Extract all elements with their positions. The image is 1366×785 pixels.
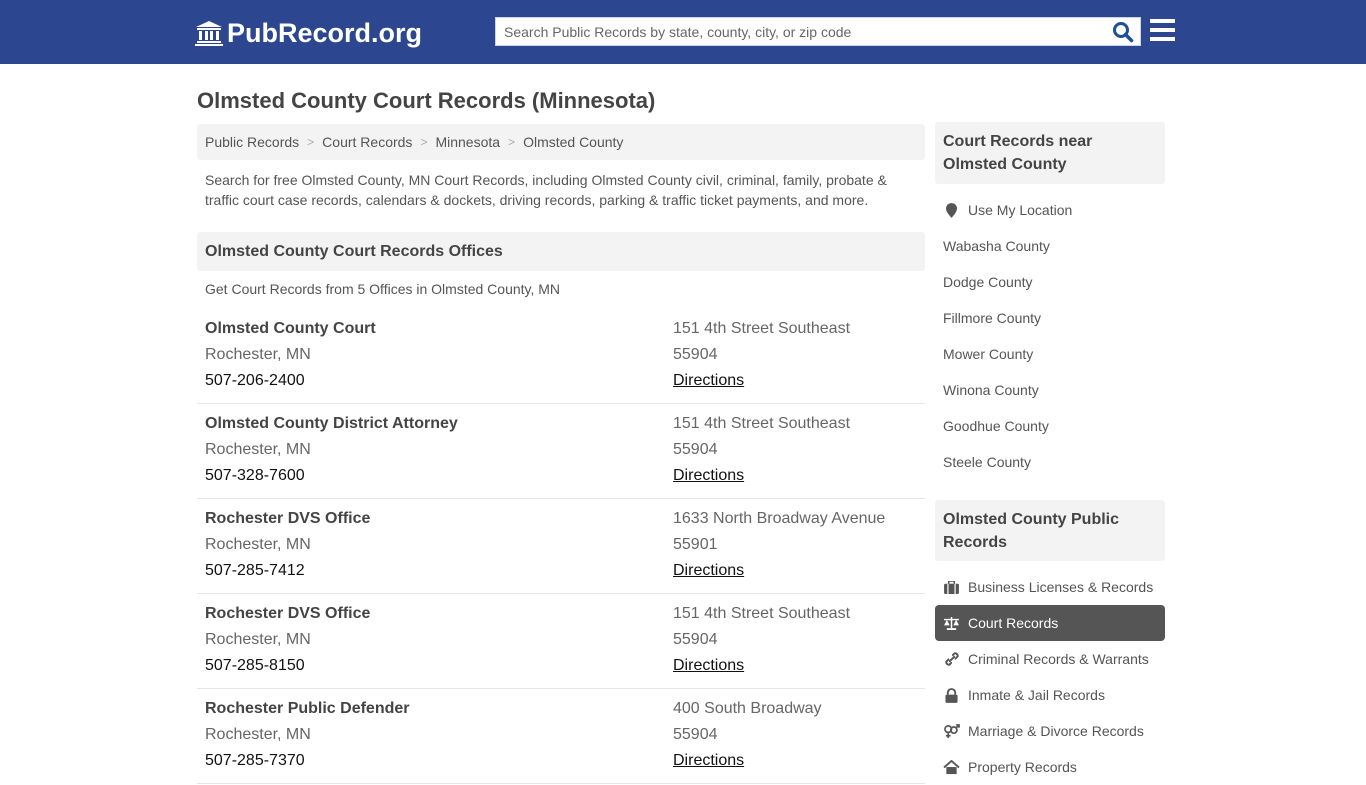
nearby-county-list: Use My Location Wabasha County Dodge Cou… <box>935 192 1165 480</box>
directions-link[interactable]: Directions <box>673 657 744 674</box>
sidebar-item-marriage-records[interactable]: Marriage & Divorce Records <box>935 713 1165 749</box>
lock-icon <box>943 687 960 703</box>
directions-link[interactable]: Directions <box>673 562 744 579</box>
office-address: 151 4th Street Southeast <box>673 415 851 432</box>
office-list-item: Olmsted County District Attorney Rochest… <box>197 404 925 499</box>
page-title: Olmsted County Court Records (Minnesota) <box>197 88 656 113</box>
sidebar-item-label: Marriage & Divorce Records <box>968 723 1144 739</box>
sidebar-item-label: Inmate & Jail Records <box>968 687 1105 703</box>
link-icon <box>943 651 960 667</box>
office-name[interactable]: Rochester DVS Office <box>205 507 370 533</box>
office-name[interactable]: Rochester Public Defender <box>205 697 410 723</box>
nearby-county-link[interactable]: Goodhue County <box>935 408 1165 444</box>
search-icon <box>1113 22 1134 43</box>
office-city: Rochester, MN <box>205 346 311 363</box>
home-icon <box>943 759 960 775</box>
office-zip: 55904 <box>673 441 718 458</box>
office-phone[interactable]: 507-285-7412 <box>205 559 370 585</box>
sidebar-item-label: Business Licenses & Records <box>968 579 1154 595</box>
sidebar-item-inmate-records[interactable]: Inmate & Jail Records <box>935 677 1165 713</box>
sidebar-item-business-licenses[interactable]: Business Licenses & Records <box>935 569 1165 605</box>
breadcrumb-separator: > <box>307 135 315 149</box>
nearby-county-link[interactable]: Mower County <box>935 336 1165 372</box>
offices-section-subheading: Get Court Records from 5 Offices in Olms… <box>205 281 561 297</box>
top-navigation-bar: PubRecord.org <box>0 0 1366 64</box>
office-list-item: Rochester DVS Office Rochester, MN 507-2… <box>197 499 925 594</box>
menu-icon-bar <box>1150 28 1175 32</box>
logo-text: PubRecord.org <box>227 17 423 48</box>
sidebar-item-label: Criminal Records & Warrants <box>968 651 1149 667</box>
map-marker-icon <box>943 202 960 218</box>
office-address: 400 South Broadway <box>673 700 822 717</box>
nearby-county-link[interactable]: Dodge County <box>935 264 1165 300</box>
site-logo[interactable]: PubRecord.org <box>195 17 422 49</box>
office-address: 1633 North Broadway Avenue <box>673 510 886 527</box>
intro-text: Search for free Olmsted County, MN Court… <box>205 172 887 208</box>
office-address: 151 4th Street Southeast <box>673 605 851 622</box>
use-my-location-link[interactable]: Use My Location <box>935 192 1165 228</box>
office-list-item: Olmsted County Court Rochester, MN 507-2… <box>197 309 925 404</box>
office-city: Rochester, MN <box>205 631 311 648</box>
office-zip: 55904 <box>673 631 718 648</box>
sidebar-item-court-records[interactable]: Court Records <box>935 605 1165 641</box>
breadcrumb-item[interactable]: Public Records <box>205 134 299 150</box>
office-phone[interactable]: 507-206-2400 <box>205 369 376 395</box>
menu-icon-bar <box>1150 19 1175 23</box>
search-bar <box>495 17 1141 46</box>
breadcrumb-item[interactable]: Court Records <box>322 134 412 150</box>
office-name[interactable]: Rochester DVS Office <box>205 602 370 628</box>
offices-list: Olmsted County Court Rochester, MN 507-2… <box>197 309 925 784</box>
office-zip: 55904 <box>673 726 718 743</box>
office-city: Rochester, MN <box>205 726 311 743</box>
nearby-heading: Court Records near Olmsted County <box>935 122 1165 184</box>
office-zip: 55901 <box>673 536 718 553</box>
nearby-county-link[interactable]: Winona County <box>935 372 1165 408</box>
breadcrumb-item-current[interactable]: Olmsted County <box>523 134 623 150</box>
office-phone[interactable]: 507-285-8150 <box>205 654 370 680</box>
search-input[interactable] <box>496 18 1106 45</box>
office-zip: 55904 <box>673 346 718 363</box>
public-records-heading: Olmsted County Public Records <box>935 500 1165 561</box>
office-list-item: Rochester DVS Office Rochester, MN 507-2… <box>197 594 925 689</box>
balance-scale-icon <box>943 615 960 631</box>
directions-link[interactable]: Directions <box>673 372 744 389</box>
office-name[interactable]: Olmsted County District Attorney <box>205 412 458 438</box>
public-records-list: Business Licenses & Records Court Record… <box>935 569 1165 785</box>
gender-icon <box>943 723 960 739</box>
sidebar-item-label: Property Records <box>968 759 1077 775</box>
sidebar-item-property-records[interactable]: Property Records <box>935 749 1165 785</box>
search-button[interactable] <box>1112 21 1134 43</box>
breadcrumb-separator: > <box>420 135 428 149</box>
breadcrumb-separator: > <box>508 135 516 149</box>
directions-link[interactable]: Directions <box>673 467 744 484</box>
courthouse-icon <box>195 21 223 46</box>
breadcrumb: Public Records > Court Records > Minneso… <box>197 124 925 160</box>
hamburger-menu-button[interactable] <box>1150 19 1175 42</box>
briefcase-icon <box>943 579 960 595</box>
nearby-county-link[interactable]: Fillmore County <box>935 300 1165 336</box>
office-city: Rochester, MN <box>205 536 311 553</box>
nearby-county-link[interactable]: Steele County <box>935 444 1165 480</box>
use-my-location-label: Use My Location <box>968 202 1073 218</box>
menu-icon-bar <box>1150 37 1175 41</box>
office-name[interactable]: Olmsted County Court <box>205 317 376 343</box>
sidebar-item-criminal-records[interactable]: Criminal Records & Warrants <box>935 641 1165 677</box>
office-phone[interactable]: 507-285-7370 <box>205 749 410 775</box>
office-city: Rochester, MN <box>205 441 311 458</box>
offices-section-heading: Olmsted County Court Records Offices <box>197 232 925 271</box>
breadcrumb-item[interactable]: Minnesota <box>435 134 500 150</box>
office-phone[interactable]: 507-328-7600 <box>205 464 458 490</box>
office-list-item: Rochester Public Defender Rochester, MN … <box>197 689 925 784</box>
sidebar-item-label: Court Records <box>968 615 1059 631</box>
office-address: 151 4th Street Southeast <box>673 320 851 337</box>
nearby-county-link[interactable]: Wabasha County <box>935 228 1165 264</box>
directions-link[interactable]: Directions <box>673 752 744 769</box>
